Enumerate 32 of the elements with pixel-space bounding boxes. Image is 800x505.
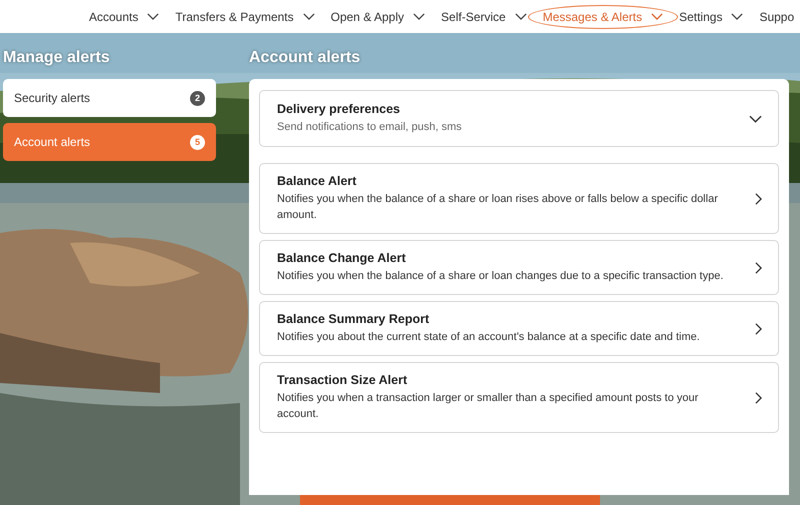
card-description: Notifies you about the current state of an account's balance at a specific date and time. [277, 330, 701, 345]
nav-menu-item[interactable]: Transfers & Payments [174, 4, 316, 28]
alert-card[interactable]: Balance Summary Report Notifies you about the current state of an account's balance at a specific date and time. [259, 301, 779, 356]
nav-menu-item[interactable]: Accounts [88, 4, 160, 28]
chevron-right-icon [755, 262, 762, 274]
card-title: Balance Change Alert [277, 251, 407, 265]
sidebar-title: Manage alerts [3, 49, 111, 68]
nav-menu-item[interactable]: Settings [678, 4, 744, 28]
nav-menu-item[interactable]: Suppo [758, 4, 796, 28]
nav-menu-item[interactable]: Self-Service [440, 4, 528, 28]
alert-card[interactable]: Transaction Size Alert Notifies you when a transaction larger or smaller than a specified amount posts to your account. [259, 362, 779, 433]
chevron-down-icon [749, 114, 762, 122]
count-badge: 2 [190, 90, 205, 106]
sidebar-item[interactable]: Security alerts 2 [3, 79, 216, 117]
chevron-right-icon [755, 392, 762, 404]
alert-card[interactable]: Balance Change Alert Notifies you when the balance of a share or loan changes due to a specific transaction type. [259, 240, 779, 295]
section-title: Account alerts [249, 49, 362, 68]
chevron-right-icon [755, 192, 762, 204]
card-title: Balance Summary Report [277, 312, 430, 326]
alert-card[interactable]: Balance Alert Notifies you when the balance of a share or loan rises above or falls below a specific dollar amount. [259, 163, 779, 234]
chevron-right-icon [755, 322, 762, 334]
card-title: Balance Alert [277, 174, 358, 188]
card-title: Transaction Size Alert [277, 373, 408, 387]
card-description: Notifies you when a transaction larger or smaller than a specified amount posts to your account. [277, 391, 700, 422]
nav-menu-item[interactable]: Messages & Alerts [528, 4, 678, 28]
delivery-preferences-toggle[interactable]: Delivery preferences Send notifications to email, push, sms [259, 90, 779, 147]
card-description: Notifies you when the balance of a share or loan changes due to a specific transaction type. [277, 269, 724, 284]
count-badge: 5 [190, 134, 205, 150]
card-description: Send notifications to email, push, sms [277, 120, 463, 135]
card-description: Notifies you when the balance of a share or loan rises above or falls below a specific dollar amount. [277, 192, 719, 223]
card-title: Delivery preferences [277, 102, 401, 116]
nav-menu-item[interactable]: Open & Apply [330, 4, 426, 28]
